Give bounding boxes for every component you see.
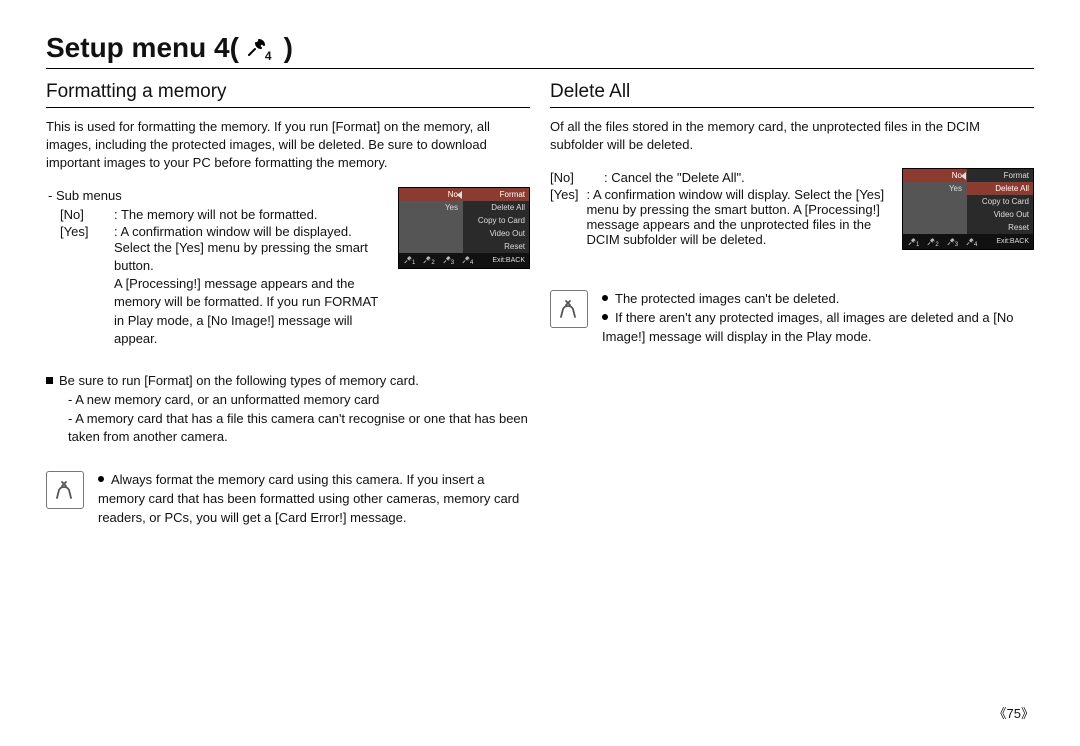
note-list: The protected images can't be deleted. I… — [602, 290, 1034, 347]
format-type-a: - A new memory card, or an unformatted m… — [68, 391, 530, 410]
square-bullet-icon — [46, 377, 53, 384]
camera-screen-right: NoFormatYesDelete AllCopy to CardVideo O… — [902, 168, 1034, 250]
bracket-right-icon: 》 — [1021, 706, 1034, 721]
col-right: Delete All Of all the files stored in th… — [550, 81, 1034, 528]
format-types-block: Be sure to run [Format] on the following… — [46, 372, 530, 447]
section-intro: Of all the files stored in the memory ca… — [550, 118, 1034, 154]
note-icon — [46, 471, 84, 509]
submenu-no-text: : Cancel the "Delete All". — [604, 170, 745, 185]
format-types-head-text: Be sure to run [Format] on the following… — [59, 373, 419, 388]
manual-page: Setup menu 4( 4 ) Formatting a memory Th… — [0, 0, 1080, 746]
submenu-yes-more2: A [Processing!] message appears and the … — [114, 275, 384, 348]
section-rule — [46, 107, 530, 108]
note-list: Always format the memory card using this… — [98, 471, 530, 528]
note-row-right: The protected images can't be deleted. I… — [550, 290, 1034, 347]
submenu-yes-label: [Yes] — [550, 187, 578, 247]
submenu-yes-row: [Yes] : A confirmation window will displ… — [550, 187, 888, 247]
format-types-head: Be sure to run [Format] on the following… — [46, 372, 530, 391]
section-rule — [550, 107, 1034, 108]
note-item: If there aren't any protected images, al… — [602, 309, 1034, 347]
section-heading: Delete All — [550, 81, 1034, 103]
submenu-yes-row: [Yes] : A confirmation window will be di… — [46, 224, 384, 239]
submenu-block: [No] : Cancel the "Delete All". [Yes] : … — [550, 168, 1034, 250]
title-rule — [46, 68, 1034, 69]
note-icon — [550, 290, 588, 328]
col-left: Formatting a memory This is used for for… — [46, 81, 530, 528]
submenu-no-label: [No] — [60, 207, 106, 222]
submenu-yes-text: : A confirmation window will display. Se… — [586, 187, 888, 247]
submenu-yes-text: : A confirmation window will be displaye… — [114, 224, 352, 239]
submenu-no-row: [No] : Cancel the "Delete All". — [550, 170, 888, 185]
section-heading: Formatting a memory — [46, 81, 530, 103]
submenu-no-row: [No] : The memory will not be formatted. — [46, 207, 384, 222]
page-number-value: 75 — [1007, 706, 1021, 721]
submenu-no-label: [No] — [550, 170, 596, 185]
section-intro: This is used for formatting the memory. … — [46, 118, 530, 173]
wrench-icon: 4 — [245, 36, 278, 60]
submenu-no-text: : The memory will not be formatted. — [114, 207, 318, 222]
camera-screen-left: NoFormatYesDelete AllCopy to CardVideo O… — [398, 187, 530, 269]
page-number: 《75》 — [994, 703, 1035, 722]
submenu-block: - Sub menus [No] : The memory will not b… — [46, 187, 530, 348]
submenus-label: - Sub menus — [48, 187, 384, 205]
page-title-text: Setup menu 4( — [46, 32, 239, 64]
page-title-close: ) — [284, 32, 293, 64]
page-title: Setup menu 4( 4 ) — [46, 32, 1034, 64]
two-columns: Formatting a memory This is used for for… — [46, 81, 1034, 528]
note-item: The protected images can't be deleted. — [602, 290, 1034, 309]
bracket-left-icon: 《 — [994, 706, 1007, 721]
submenu-text: [No] : Cancel the "Delete All". [Yes] : … — [550, 168, 888, 247]
submenu-text: - Sub menus [No] : The memory will not b… — [46, 187, 384, 348]
format-type-b: - A memory card that has a file this cam… — [68, 410, 530, 448]
wrench-subscript: 4 — [265, 49, 272, 63]
note-row-left: Always format the memory card using this… — [46, 471, 530, 528]
submenu-yes-more1: Select the [Yes] menu by pressing the sm… — [114, 239, 384, 275]
note-item: Always format the memory card using this… — [98, 471, 530, 528]
submenu-yes-label: [Yes] — [60, 224, 106, 239]
